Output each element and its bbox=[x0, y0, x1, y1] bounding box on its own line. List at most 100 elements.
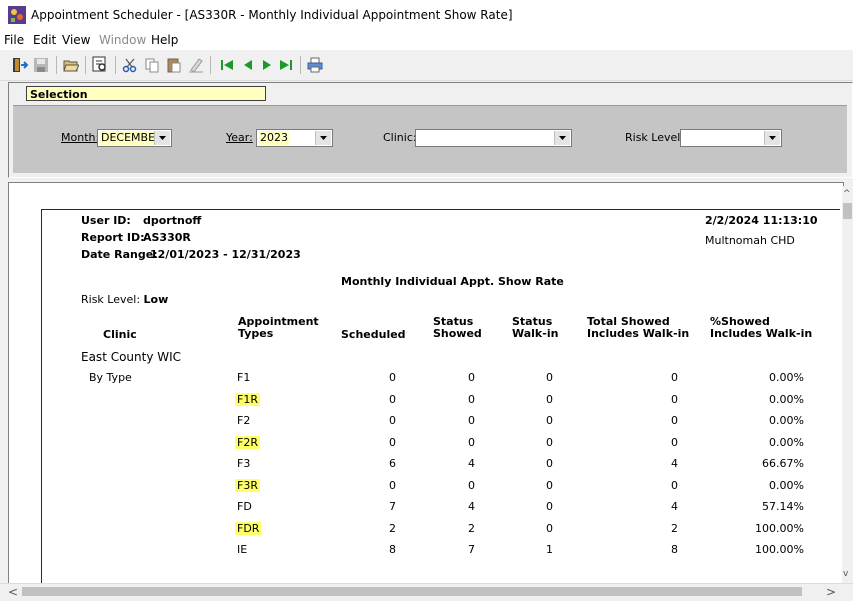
window-title: Appointment Scheduler - [AS330R - Monthl… bbox=[31, 8, 513, 22]
menu-edit[interactable]: Edit bbox=[33, 33, 56, 47]
cell-status-walkin: 1 bbox=[546, 543, 553, 556]
cell-appointment-type: IE bbox=[237, 543, 248, 556]
vertical-scroll-thumb[interactable] bbox=[843, 203, 852, 219]
vertical-scrollbar[interactable] bbox=[842, 186, 853, 592]
cell-pct-showed: 66.67% bbox=[762, 457, 804, 470]
chevron-down-icon[interactable] bbox=[764, 131, 780, 145]
report-id-label: Report ID: bbox=[81, 231, 145, 244]
selection-label: Selection bbox=[26, 86, 266, 101]
col-header-appointment-types: Appointment Types bbox=[238, 315, 319, 340]
chevron-down-icon[interactable] bbox=[554, 131, 570, 145]
date-range-label: Date Range: bbox=[81, 248, 158, 261]
scroll-up-icon[interactable]: ^ bbox=[843, 189, 851, 199]
report-id-value: AS330R bbox=[143, 231, 191, 244]
cell-total-showed: 0 bbox=[671, 393, 678, 406]
cell-status-walkin: 0 bbox=[546, 500, 553, 513]
cell-appointment-type: F2R bbox=[235, 436, 260, 449]
cell-total-showed: 4 bbox=[671, 500, 678, 513]
cell-scheduled: 0 bbox=[389, 393, 396, 406]
year-value: 2023 bbox=[259, 131, 289, 145]
scroll-left-icon[interactable]: < bbox=[8, 585, 18, 599]
clinic-select[interactable] bbox=[415, 129, 572, 147]
copy-icon[interactable] bbox=[142, 55, 162, 75]
cell-scheduled: 0 bbox=[389, 371, 396, 384]
user-id-value: dportnoff bbox=[143, 214, 202, 227]
cell-pct-showed: 100.00% bbox=[755, 543, 804, 556]
cell-status-walkin: 0 bbox=[546, 479, 553, 492]
cell-status-showed: 0 bbox=[468, 371, 475, 384]
menu-view[interactable]: View bbox=[62, 33, 90, 47]
cell-status-walkin: 0 bbox=[546, 457, 553, 470]
menu-window[interactable]: Window bbox=[99, 33, 146, 47]
cell-pct-showed: 100.00% bbox=[755, 522, 804, 535]
save-icon[interactable] bbox=[31, 55, 51, 75]
cell-scheduled: 0 bbox=[389, 479, 396, 492]
report-border-left bbox=[41, 209, 42, 592]
cell-appointment-type: F1 bbox=[237, 371, 251, 384]
title-bar: Appointment Scheduler - [AS330R - Monthl… bbox=[0, 0, 853, 30]
cell-pct-showed: 0.00% bbox=[769, 436, 804, 449]
scroll-down-icon[interactable]: v bbox=[843, 569, 848, 579]
cell-status-showed: 4 bbox=[468, 457, 475, 470]
clinic-name: East County WIC bbox=[81, 350, 182, 364]
month-value: DECEMBEI bbox=[100, 131, 160, 145]
chevron-down-icon[interactable] bbox=[154, 131, 170, 145]
paste-icon[interactable] bbox=[164, 55, 184, 75]
first-record-icon[interactable] bbox=[217, 55, 237, 75]
user-id-label: User ID: bbox=[81, 214, 131, 227]
cell-pct-showed: 0.00% bbox=[769, 414, 804, 427]
exit-icon[interactable] bbox=[10, 55, 30, 75]
find-icon[interactable] bbox=[90, 55, 110, 75]
cell-status-showed: 4 bbox=[468, 500, 475, 513]
cell-scheduled: 7 bbox=[389, 500, 396, 513]
cell-appointment-type: FDR bbox=[235, 522, 262, 535]
cell-total-showed: 8 bbox=[671, 543, 678, 556]
horizontal-scroll-thumb[interactable] bbox=[22, 587, 802, 596]
cell-total-showed: 4 bbox=[671, 457, 678, 470]
menu-bar: File Edit View Window Help bbox=[0, 30, 853, 50]
report-organization: Multnomah CHD bbox=[705, 234, 795, 247]
cell-scheduled: 0 bbox=[389, 436, 396, 449]
cell-total-showed: 0 bbox=[671, 479, 678, 492]
cell-appointment-type: F3R bbox=[235, 479, 260, 492]
col-header-pct-showed: %Showed Includes Walk-in bbox=[710, 315, 813, 340]
cell-scheduled: 2 bbox=[389, 522, 396, 535]
menu-file[interactable]: File bbox=[4, 33, 24, 47]
last-record-icon[interactable] bbox=[276, 55, 296, 75]
print-icon[interactable] bbox=[305, 55, 325, 75]
open-icon[interactable] bbox=[61, 55, 81, 75]
cell-status-showed: 0 bbox=[468, 436, 475, 449]
menu-help[interactable]: Help bbox=[151, 33, 178, 47]
clear-icon[interactable] bbox=[186, 55, 206, 75]
cell-appointment-type: FD bbox=[237, 500, 252, 513]
scroll-right-icon[interactable]: > bbox=[826, 585, 836, 599]
cell-scheduled: 0 bbox=[389, 414, 396, 427]
prev-record-icon[interactable] bbox=[238, 55, 258, 75]
cell-scheduled: 6 bbox=[389, 457, 396, 470]
chevron-down-icon[interactable] bbox=[315, 131, 331, 145]
report-border-top bbox=[41, 209, 840, 210]
clinic-label: Clinic: bbox=[383, 131, 417, 144]
month-select[interactable]: DECEMBEI bbox=[97, 129, 172, 147]
cell-pct-showed: 57.14% bbox=[762, 500, 804, 513]
cut-icon[interactable] bbox=[120, 55, 140, 75]
cell-status-showed: 0 bbox=[468, 414, 475, 427]
cell-status-walkin: 0 bbox=[546, 414, 553, 427]
cell-status-walkin: 0 bbox=[546, 393, 553, 406]
cell-status-walkin: 0 bbox=[546, 371, 553, 384]
next-record-icon[interactable] bbox=[257, 55, 277, 75]
year-select[interactable]: 2023 bbox=[256, 129, 333, 147]
group-label: By Type bbox=[89, 371, 132, 384]
cell-status-walkin: 0 bbox=[546, 436, 553, 449]
cell-total-showed: 0 bbox=[671, 414, 678, 427]
cell-appointment-type: F1R bbox=[235, 393, 260, 406]
cell-status-showed: 7 bbox=[468, 543, 475, 556]
risk-level-select[interactable] bbox=[680, 129, 782, 147]
month-label: Month: bbox=[61, 131, 100, 144]
report-datetime: 2/2/2024 11:13:10 bbox=[705, 214, 818, 227]
year-label: Year: bbox=[226, 131, 253, 144]
col-header-total-showed: Total Showed Includes Walk-in bbox=[587, 315, 690, 340]
cell-status-showed: 0 bbox=[468, 393, 475, 406]
cell-scheduled: 8 bbox=[389, 543, 396, 556]
cell-total-showed: 2 bbox=[671, 522, 678, 535]
